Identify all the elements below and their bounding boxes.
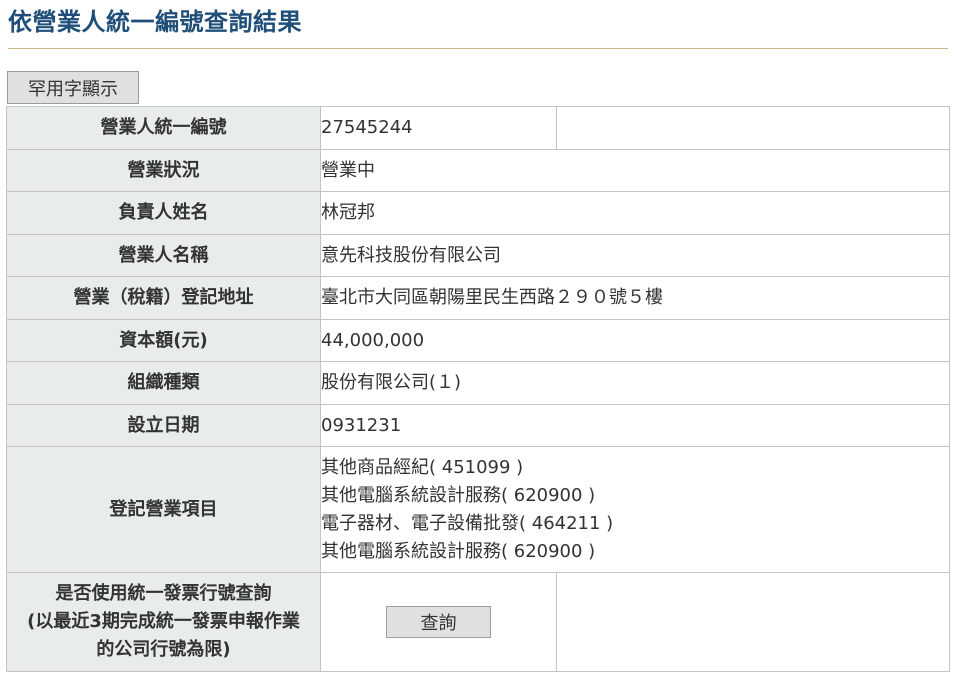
table-row: 設立日期 0931231 <box>6 404 950 447</box>
owner-value: 林冠邦 <box>320 191 950 235</box>
owner-label: 負責人姓名 <box>6 191 321 235</box>
business-info-table: 營業人統一編號 27545244 營業狀況 營業中 負責人姓名 林冠邦 營業人名… <box>6 106 950 672</box>
table-row: 組織種類 股份有限公司(１) <box>6 361 950 405</box>
capital-value: 44,000,000 <box>320 319 950 362</box>
status-value: 營業中 <box>320 149 950 192</box>
business-item: 其他商品經紀( 451099 ) <box>321 456 524 478</box>
invoice-query-label-line: (以最近3期完成統一發票申報作業 <box>27 611 300 632</box>
title-divider <box>8 48 948 49</box>
page-title: 依營業人統一編號查詢結果 <box>8 8 302 36</box>
table-row: 營業人名稱 意先科技股份有限公司 <box>6 234 950 277</box>
table-row: 負責人姓名 林冠邦 <box>6 191 950 235</box>
business-item: 其他電腦系統設計服務( 620900 ) <box>321 484 596 506</box>
business-items-list: 其他商品經紀( 451099 ) 其他電腦系統設計服務( 620900 ) 電子… <box>320 446 950 573</box>
rare-char-display-button[interactable]: 罕用字顯示 <box>7 71 139 104</box>
business-item: 電子器材、電子設備批發( 464211 ) <box>321 512 614 534</box>
established-label: 設立日期 <box>6 404 321 447</box>
table-row: 資本額(元) 44,000,000 <box>6 319 950 362</box>
org-type-label: 組織種類 <box>6 361 321 405</box>
business-items-label: 登記營業項目 <box>6 446 321 573</box>
table-row: 登記營業項目 其他商品經紀( 451099 ) 其他電腦系統設計服務( 6209… <box>6 446 950 573</box>
tax-id-label: 營業人統一編號 <box>6 106 321 150</box>
established-value: 0931231 <box>320 404 950 447</box>
empty-cell <box>556 106 950 150</box>
org-type-value: 股份有限公司(１) <box>320 361 950 405</box>
address-label: 營業（稅籍）登記地址 <box>6 276 321 320</box>
tax-id-value: 27545244 <box>320 106 557 150</box>
table-row: 營業人統一編號 27545244 <box>6 106 950 150</box>
invoice-query-label: 是否使用統一發票行號查詢 (以最近3期完成統一發票申報作業 的公司行號為限) <box>6 572 321 672</box>
table-row: 是否使用統一發票行號查詢 (以最近3期完成統一發票申報作業 的公司行號為限) 查… <box>6 572 950 672</box>
company-name-label: 營業人名稱 <box>6 234 321 277</box>
invoice-query-label-line: 的公司行號為限) <box>96 639 231 660</box>
empty-cell <box>556 572 950 672</box>
table-row: 營業狀況 營業中 <box>6 149 950 192</box>
query-button[interactable]: 查詢 <box>386 606 491 638</box>
address-value: 臺北市大同區朝陽里民生西路２９０號５樓 <box>320 276 950 320</box>
capital-label: 資本額(元) <box>6 319 321 362</box>
status-label: 營業狀況 <box>6 149 321 192</box>
table-row: 營業（稅籍）登記地址 臺北市大同區朝陽里民生西路２９０號５樓 <box>6 276 950 320</box>
business-item: 其他電腦系統設計服務( 620900 ) <box>321 540 596 562</box>
invoice-query-label-line: 是否使用統一發票行號查詢 <box>55 583 272 604</box>
company-name-value: 意先科技股份有限公司 <box>320 234 950 277</box>
query-button-cell: 查詢 <box>320 572 557 672</box>
